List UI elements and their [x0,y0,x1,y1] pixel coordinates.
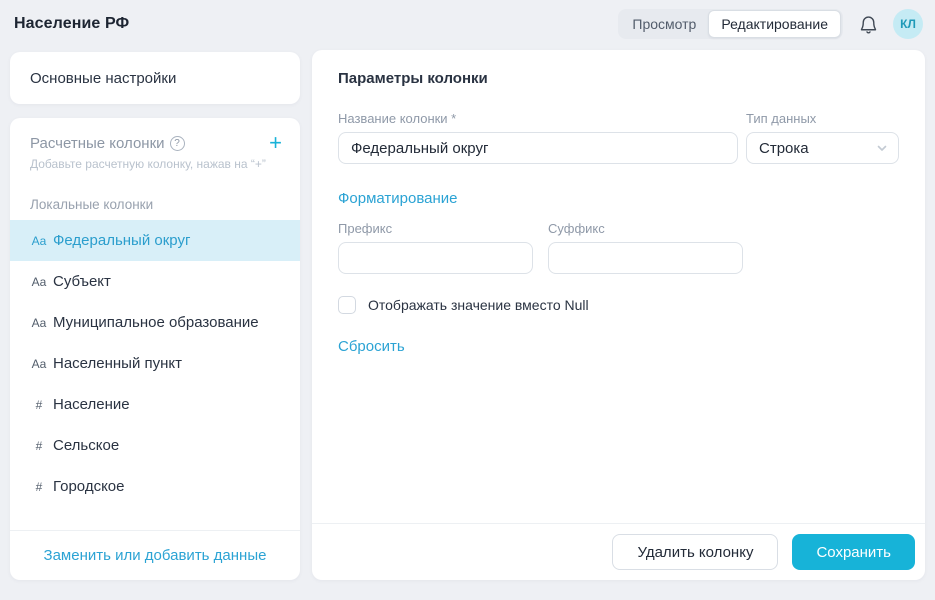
sidebar-column-item[interactable]: Aa Населенный пункт [10,343,300,384]
column-type-icon: Aa [30,357,48,371]
column-label: Населенный пункт [53,355,182,372]
column-label: Субъект [53,273,111,290]
prefix-input[interactable] [338,242,533,274]
null-value-checkbox-label: Отображать значение вместо Null [368,297,589,313]
null-value-checkbox-row[interactable]: Отображать значение вместо Null [338,296,899,314]
column-settings-panel: Параметры колонки Название колонки * Тип… [312,50,925,580]
calc-columns-title: Расчетные колонки [30,135,165,152]
notifications-bell-icon[interactable] [857,13,879,35]
columns-list: Aa Федеральный округ Aa Субъект Aa Муниц… [10,220,300,507]
sidebar-column-item[interactable]: # Городское [10,466,300,507]
data-type-value: Строка [759,140,809,157]
reset-link[interactable]: Сбросить [338,338,405,355]
column-label: Муниципальное образование [53,314,259,331]
mode-edit-button[interactable]: Редактирование [708,10,841,38]
formatting-link[interactable]: Форматирование [338,190,458,207]
page-title: Население РФ [14,15,129,33]
column-label: Городское [53,478,124,495]
sidebar-spacer [10,507,300,530]
sidebar-column-item[interactable]: Aa Субъект [10,261,300,302]
data-type-select[interactable]: Строка [746,132,899,164]
column-name-input[interactable] [338,132,738,164]
column-type-icon: # [30,480,48,494]
panel-footer: Удалить колонку Сохранить [312,523,925,580]
sidebar-column-item[interactable]: Aa Федеральный округ [10,220,300,261]
save-button[interactable]: Сохранить [792,534,915,570]
sidebar-column-item[interactable]: # Сельское [10,425,300,466]
column-label: Население [53,396,130,413]
suffix-input[interactable] [548,242,743,274]
panel-body: Название колонки * Тип данных Строка Фор… [312,87,925,523]
column-type-icon: # [30,439,48,453]
null-value-checkbox[interactable] [338,296,356,314]
prefix-label: Префикс [338,221,533,236]
avatar[interactable]: КЛ [893,9,923,39]
sidebar-column-item[interactable]: Aa Муниципальное образование [10,302,300,343]
help-icon[interactable]: ? [170,136,185,151]
column-type-icon: Aa [30,275,48,289]
header-actions: Просмотр Редактирование КЛ [618,9,923,39]
column-name-label: Название колонки * [338,111,738,126]
column-type-icon: Aa [30,234,48,248]
mode-toggle: Просмотр Редактирование [618,9,843,39]
main-settings-label: Основные настройки [30,70,176,87]
column-label: Сельское [53,437,119,454]
sidebar-item-main-settings[interactable]: Основные настройки [10,52,300,104]
calc-columns-header: Расчетные колонки ? + Добавьте расчетную… [10,118,300,171]
column-label: Федеральный округ [53,232,190,249]
column-type-icon: Aa [30,316,48,330]
column-type-icon: # [30,398,48,412]
local-columns-label: Локальные колонки [10,171,300,220]
data-type-label: Тип данных [746,111,899,126]
sidebar-column-item[interactable]: # Население [10,384,300,425]
top-bar: Население РФ Просмотр Редактирование КЛ [0,0,935,48]
suffix-label: Суффикс [548,221,743,236]
columns-sidebar: Расчетные колонки ? + Добавьте расчетную… [10,118,300,580]
replace-or-add-data-link[interactable]: Заменить или добавить данные [44,547,267,564]
add-column-button[interactable]: + [267,133,284,153]
calc-columns-hint: Добавьте расчетную колонку, нажав на “+” [30,157,284,171]
panel-title: Параметры колонки [312,50,925,87]
mode-view-button[interactable]: Просмотр [620,11,708,37]
delete-column-button[interactable]: Удалить колонку [612,534,778,570]
sidebar-footer: Заменить или добавить данные [10,530,300,580]
chevron-down-icon [876,142,888,154]
